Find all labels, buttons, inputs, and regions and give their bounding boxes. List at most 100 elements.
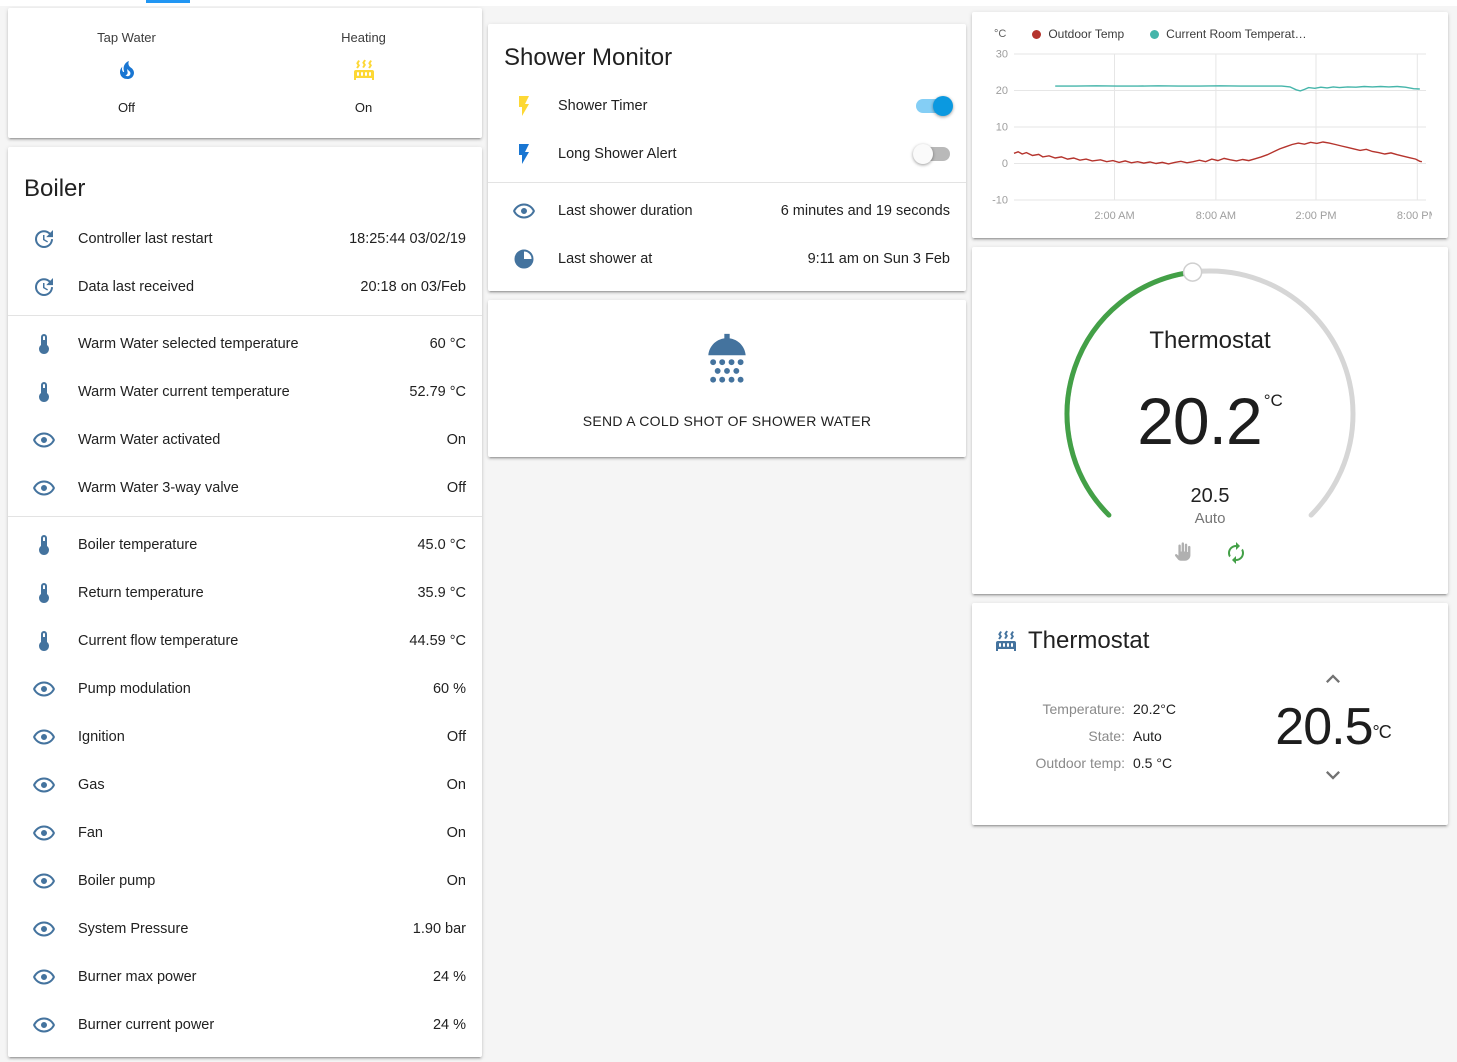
entity-state: 60 % (433, 681, 466, 697)
entity-row-burner-max-power[interactable]: Burner max power24 % (8, 953, 482, 1001)
entity-row-data-last-received[interactable]: Data last received20:18 on 03/Feb (8, 263, 482, 311)
fire-icon (8, 58, 245, 87)
column-middle: Shower Monitor Shower TimerLong Shower A… (488, 24, 966, 457)
entity-row-last-shower-duration[interactable]: Last shower duration6 minutes and 19 sec… (488, 187, 966, 235)
section-divider (8, 516, 482, 517)
entity-state: 18:25:44 03/02/19 (349, 231, 466, 247)
dashboard: Tap WaterOffHeatingOn Boiler Controller … (0, 6, 1457, 1057)
entity-row-pump-modulation[interactable]: Pump modulation60 % (8, 665, 482, 713)
update-icon (32, 275, 56, 299)
switch-knob (913, 144, 933, 164)
entity-name: Boiler pump (78, 873, 447, 889)
entity-name: Warm Water current temperature (78, 384, 409, 400)
entity-state: 52.79 °C (409, 384, 466, 400)
svg-text:-10: -10 (992, 195, 1008, 207)
shower-head-icon (695, 328, 759, 397)
column-left: Tap WaterOffHeatingOn Boiler Controller … (8, 8, 482, 1057)
dial-handle[interactable] (1184, 263, 1202, 281)
attribute-value: Auto (1133, 728, 1162, 744)
dial-mode-buttons (972, 541, 1448, 565)
entity-state: On (447, 777, 466, 793)
entity-row-ignition[interactable]: IgnitionOff (8, 713, 482, 761)
column-right: °C Outdoor Temp Current Room Temperat… 3… (972, 12, 1448, 825)
eye-icon (32, 821, 56, 845)
eye-icon (32, 869, 56, 893)
entity-state: 1.90 bar (413, 921, 466, 937)
entity-row-warm-water-current-temperature[interactable]: Warm Water current temperature52.79 °C (8, 368, 482, 416)
thermostat-dial-card: Thermostat 20.2°C 20.5 Auto (972, 247, 1448, 594)
flash-icon (512, 142, 536, 166)
attribute-row: State: Auto (1012, 722, 1176, 749)
shower-monitor-card: Shower Monitor Shower TimerLong Shower A… (488, 24, 966, 291)
thermostat-entity-card: Thermostat Temperature:20.2°CState:AutoO… (972, 603, 1448, 825)
entity-row-controller-last-restart[interactable]: Controller last restart18:25:44 03/02/19 (8, 215, 482, 263)
dial-current-temperature: 20.2°C (972, 383, 1448, 459)
switch-knob (933, 96, 953, 116)
entity-row-warm-water-3-way-valve[interactable]: Warm Water 3-way valveOff (8, 464, 482, 512)
glance-item-heating[interactable]: HeatingOn (245, 30, 482, 138)
entity-state: Off (447, 729, 466, 745)
shower-action-button[interactable]: SEND A COLD SHOT OF SHOWER WATER (488, 300, 966, 457)
entity-row-system-pressure[interactable]: System Pressure1.90 bar (8, 905, 482, 953)
shower-timer-switch[interactable] (916, 99, 950, 113)
toggle-row-shower-timer: Shower Timer (488, 82, 966, 130)
legend-item-outdoor-temp: Outdoor Temp (1032, 27, 1124, 41)
thermometer-icon (32, 380, 56, 404)
entity-state: 44.59 °C (409, 633, 466, 649)
glance-item-tap-water[interactable]: Tap WaterOff (8, 30, 245, 138)
eye-icon (32, 965, 56, 989)
eye-icon (512, 199, 536, 223)
thermostat-setpoint: 20.5°C (1248, 698, 1418, 761)
attribute-label: State: (1012, 728, 1125, 744)
long-shower-alert-switch[interactable] (916, 147, 950, 161)
eye-icon (32, 428, 56, 452)
entity-name: Controller last restart (78, 231, 349, 247)
entity-row-current-flow-temperature[interactable]: Current flow temperature44.59 °C (8, 617, 482, 665)
entity-row-burner-current-power[interactable]: Burner current power24 % (8, 1001, 482, 1049)
thermostat-card-title: Thermostat (1028, 627, 1149, 655)
svg-text:8:00 AM: 8:00 AM (1196, 210, 1236, 222)
entity-state: 45.0 °C (417, 537, 466, 553)
flash-icon (512, 94, 536, 118)
entity-name: Ignition (78, 729, 447, 745)
dial-current-value: 20.2 (1137, 384, 1261, 458)
entity-row-boiler-temperature[interactable]: Boiler temperature45.0 °C (8, 521, 482, 569)
entity-name: Long Shower Alert (558, 146, 916, 162)
attribute-label: Outdoor temp: (1012, 755, 1125, 771)
app-header (0, 0, 1457, 6)
attribute-value: 20.2°C (1133, 701, 1176, 717)
glance-item-name: Heating (245, 30, 482, 45)
increase-temperature-button[interactable] (1319, 665, 1347, 693)
setpoint-value: 20.5 (1275, 698, 1372, 756)
svg-text:10: 10 (996, 122, 1008, 134)
decrease-temperature-button[interactable] (1319, 761, 1347, 789)
boiler-card: Boiler Controller last restart18:25:44 0… (8, 147, 482, 1057)
update-icon (32, 227, 56, 251)
entity-row-boiler-pump[interactable]: Boiler pumpOn (8, 857, 482, 905)
history-graph-card: °C Outdoor Temp Current Room Temperat… 3… (972, 12, 1448, 238)
legend-dot-outdoor (1032, 30, 1041, 39)
section-divider (488, 182, 966, 183)
toggle-row-long-shower-alert: Long Shower Alert (488, 130, 966, 178)
dial-current-unit: °C (1264, 391, 1283, 410)
entity-row-last-shower-at[interactable]: Last shower at9:11 am on Sun 3 Feb (488, 235, 966, 283)
entity-row-warm-water-selected-temperature[interactable]: Warm Water selected temperature60 °C (8, 320, 482, 368)
eye-icon (32, 476, 56, 500)
shower-monitor-rows: Shower Timer Long Shower Alert Last shower… (488, 82, 966, 283)
manual-mode-button[interactable] (1172, 541, 1196, 565)
entity-name: Shower Timer (558, 98, 916, 114)
auto-mode-button[interactable] (1224, 541, 1248, 565)
entity-row-gas[interactable]: GasOn (8, 761, 482, 809)
entity-state: 35.9 °C (417, 585, 466, 601)
legend-label-room: Current Room Temperat… (1166, 27, 1307, 41)
entity-state: 24 % (433, 969, 466, 985)
entity-name: Warm Water activated (78, 432, 447, 448)
entity-row-return-temperature[interactable]: Return temperature35.9 °C (8, 569, 482, 617)
entity-name: Burner max power (78, 969, 433, 985)
entity-row-warm-water-activated[interactable]: Warm Water activatedOn (8, 416, 482, 464)
eye-icon (32, 773, 56, 797)
entity-state: On (447, 873, 466, 889)
entity-name: Current flow temperature (78, 633, 409, 649)
entity-row-fan[interactable]: FanOn (8, 809, 482, 857)
thermostat-setpoint-control: 20.5°C (1248, 665, 1418, 794)
